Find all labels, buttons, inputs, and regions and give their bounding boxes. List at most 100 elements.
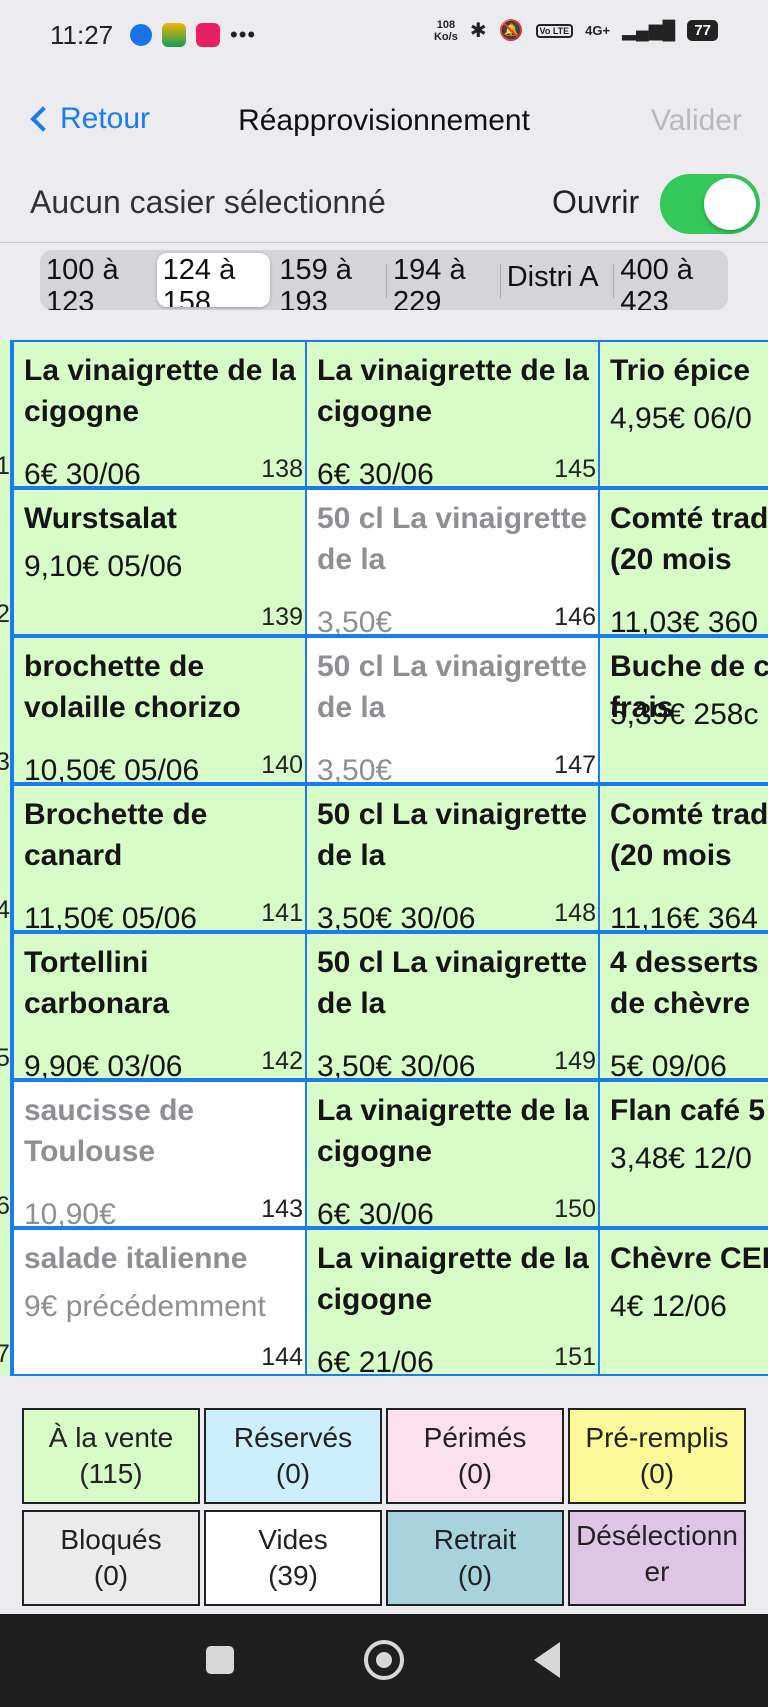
- locker-price-date: 10,50€ 05/06: [24, 754, 200, 784]
- locker-price-date: 3,50€: [317, 606, 393, 636]
- bluetooth-icon: ✱: [469, 20, 487, 42]
- locker-cell[interactable]: 50 cl La vinaigrette de la 3,50€ 30/06 149: [305, 932, 602, 1080]
- locker-price-date: 3,50€ 30/06: [317, 902, 476, 932]
- locker-product-name: La vinaigrette de la cigogne: [317, 354, 589, 428]
- locker-product-name: brochette de volaille chorizo: [24, 650, 241, 724]
- locker-grid: La vinaigrette de la cigogne 6€ 30/06 138 W…: [0, 340, 768, 1376]
- locker-product-name: La vinaigrette de la cigogne: [317, 1094, 589, 1168]
- locker-cell[interactable]: La vinaigrette de la cigogne 6€ 30/06 138: [12, 340, 309, 488]
- locker-cell[interactable]: Tortellini carbonara 9,90€ 03/06 142: [12, 932, 309, 1080]
- locker-cell[interactable]: brochette de volaille chorizo 10,50€ 05/0…: [12, 636, 309, 784]
- filter-button-5[interactable]: Vides (39): [204, 1510, 382, 1606]
- locker-price-date: 10,90€: [24, 1198, 116, 1228]
- locker-product-name: Comté trad (20 mois: [610, 502, 768, 576]
- locker-cell[interactable]: Comté trad (20 mois 11,16€ 364: [598, 784, 768, 932]
- locker-number-left: 6: [0, 1192, 10, 1220]
- segment-0[interactable]: 100 à 123: [40, 250, 154, 310]
- locker-price-date: 5€ 09/06: [610, 1050, 727, 1080]
- segment-label: 423: [620, 286, 669, 310]
- locker-cell[interactable]: La vinaigrette de la cigogne 6€ 21/06 151: [305, 1228, 602, 1376]
- filter-label: Bloqués: [60, 1524, 162, 1555]
- locker-cell[interactable]: Trio épice 4,95€ 06/0: [598, 340, 768, 488]
- filter-label: Périmés: [423, 1422, 527, 1453]
- locker-product-name: 50 cl La vinaigrette de la: [317, 798, 588, 872]
- messages-icon: [130, 24, 152, 46]
- locker-cell[interactable]: Buche de c frais 5,39€ 258c: [598, 636, 768, 784]
- locker-cell[interactable]: La vinaigrette de la cigogne 6€ 30/06 145: [305, 340, 602, 488]
- locker-product-name: La vinaigrette de la cigogne: [317, 1242, 589, 1316]
- filter-count: (0): [457, 1458, 493, 1489]
- segment-2[interactable]: 159 à 193: [273, 250, 388, 310]
- locker-number: 147: [554, 751, 596, 779]
- segment-label: 158: [162, 286, 212, 307]
- filter-button-3[interactable]: Pré-remplis (0): [568, 1408, 746, 1504]
- filter-button-2[interactable]: Périmés (0): [386, 1408, 564, 1504]
- locker-cell[interactable]: saucisse de Toulouse 10,90€ 143: [12, 1080, 309, 1228]
- filter-label: Pré-remplis: [585, 1422, 729, 1453]
- network-type: 4G+: [585, 23, 611, 38]
- segment-label: 193: [279, 286, 328, 310]
- toggle-knob: [704, 178, 756, 230]
- segment-1[interactable]: 124 à 158: [156, 253, 271, 307]
- segment-label: 229: [393, 286, 442, 310]
- locker-cell[interactable]: 50 cl La vinaigrette de la 3,50€ 30/06 148: [305, 784, 602, 932]
- segment-5[interactable]: 400 à 423: [614, 250, 728, 310]
- locker-cell[interactable]: 50 cl La vinaigrette de la 3,50€ 146: [305, 488, 602, 636]
- validate-button[interactable]: Valider: [651, 104, 742, 138]
- filter-button-0[interactable]: À la vente (115): [22, 1408, 200, 1504]
- locker-number: 142: [261, 1047, 303, 1075]
- filter-label: Désélectionner: [576, 1520, 738, 1587]
- recents-button[interactable]: [206, 1646, 234, 1674]
- segment-label: 400 à: [620, 254, 693, 286]
- filter-button-6[interactable]: Retrait (0): [386, 1510, 564, 1606]
- filter-button-4[interactable]: Bloqués (0): [22, 1510, 200, 1606]
- segment-label: Distri A: [506, 261, 599, 293]
- locker-number: 143: [261, 1195, 303, 1223]
- locker-price-date: 3,48€ 12/0: [610, 1142, 752, 1175]
- locker-product-name: 50 cl La vinaigrette de la: [317, 502, 588, 576]
- locker-cell[interactable]: La vinaigrette de la cigogne 6€ 30/06 150: [305, 1080, 602, 1228]
- locker-product-name: Trio épice: [610, 354, 751, 387]
- home-button[interactable]: [364, 1640, 404, 1680]
- locker-product-name: Wurstsalat: [24, 502, 177, 535]
- locker-product-name: Comté trad (20 mois: [610, 798, 768, 872]
- segment-label: 124 à: [162, 254, 236, 286]
- locker-cell[interactable]: Comté trad (20 mois 11,03€ 360: [598, 488, 768, 636]
- segment-3[interactable]: 194 à 229: [387, 250, 501, 310]
- back-nav-button[interactable]: [534, 1642, 560, 1678]
- filter-button-1[interactable]: Réservés (0): [204, 1408, 382, 1504]
- locker-price-date: 4,95€ 06/0: [610, 402, 752, 435]
- locker-price-date: 9,90€ 03/06: [24, 1050, 183, 1080]
- locker-number: 145: [554, 455, 596, 483]
- segment-label: 123: [46, 286, 95, 310]
- app-icon: [196, 23, 220, 47]
- locker-cell[interactable]: Wurstsalat 9,10€ 05/06 139: [12, 488, 309, 636]
- signal-icon: ▂▄▆█: [622, 20, 676, 40]
- locker-price-date: 4€ 12/06: [610, 1290, 727, 1323]
- locker-cell[interactable]: 50 cl La vinaigrette de la 3,50€ 147: [305, 636, 602, 784]
- selection-row: Aucun casier sélectionné Ouvrir: [0, 168, 768, 238]
- selection-status: Aucun casier sélectionné: [30, 184, 386, 220]
- filter-button-7[interactable]: Désélectionner: [568, 1510, 746, 1606]
- locker-price-date: 5,39€ 258c: [610, 698, 759, 731]
- locker-cell[interactable]: Chèvre CEI 4€ 12/06: [598, 1228, 768, 1376]
- locker-price-date: 9€ précédemment: [24, 1290, 266, 1323]
- locker-cell[interactable]: salade italienne 9€ précédemment 144: [12, 1228, 309, 1376]
- battery-icon: 77: [687, 20, 718, 41]
- locker-price-date: 9,10€ 05/06: [24, 550, 183, 583]
- locker-product-name: 4 desserts de chèvre: [610, 946, 759, 1020]
- locker-price-date: 11,16€ 364: [610, 902, 758, 932]
- locker-number: 151: [554, 1343, 596, 1371]
- filter-count: (0): [275, 1458, 311, 1489]
- locker-cell[interactable]: Flan café 5 3,48€ 12/0: [598, 1080, 768, 1228]
- locker-product-name: Tortellini carbonara: [24, 946, 170, 1020]
- filter-label: Réservés: [233, 1422, 353, 1453]
- volte-badge: Vo LTE: [535, 23, 574, 38]
- locker-number: 138: [261, 455, 303, 483]
- locker-cell[interactable]: Brochette de canard 11,50€ 05/06 141: [12, 784, 309, 932]
- locker-number: 141: [261, 899, 303, 927]
- open-toggle[interactable]: [660, 174, 760, 234]
- locker-price-date: 6€ 30/06: [317, 1198, 434, 1228]
- segment-4[interactable]: Distri A: [501, 250, 615, 310]
- locker-cell[interactable]: 4 desserts de chèvre 5€ 09/06: [598, 932, 768, 1080]
